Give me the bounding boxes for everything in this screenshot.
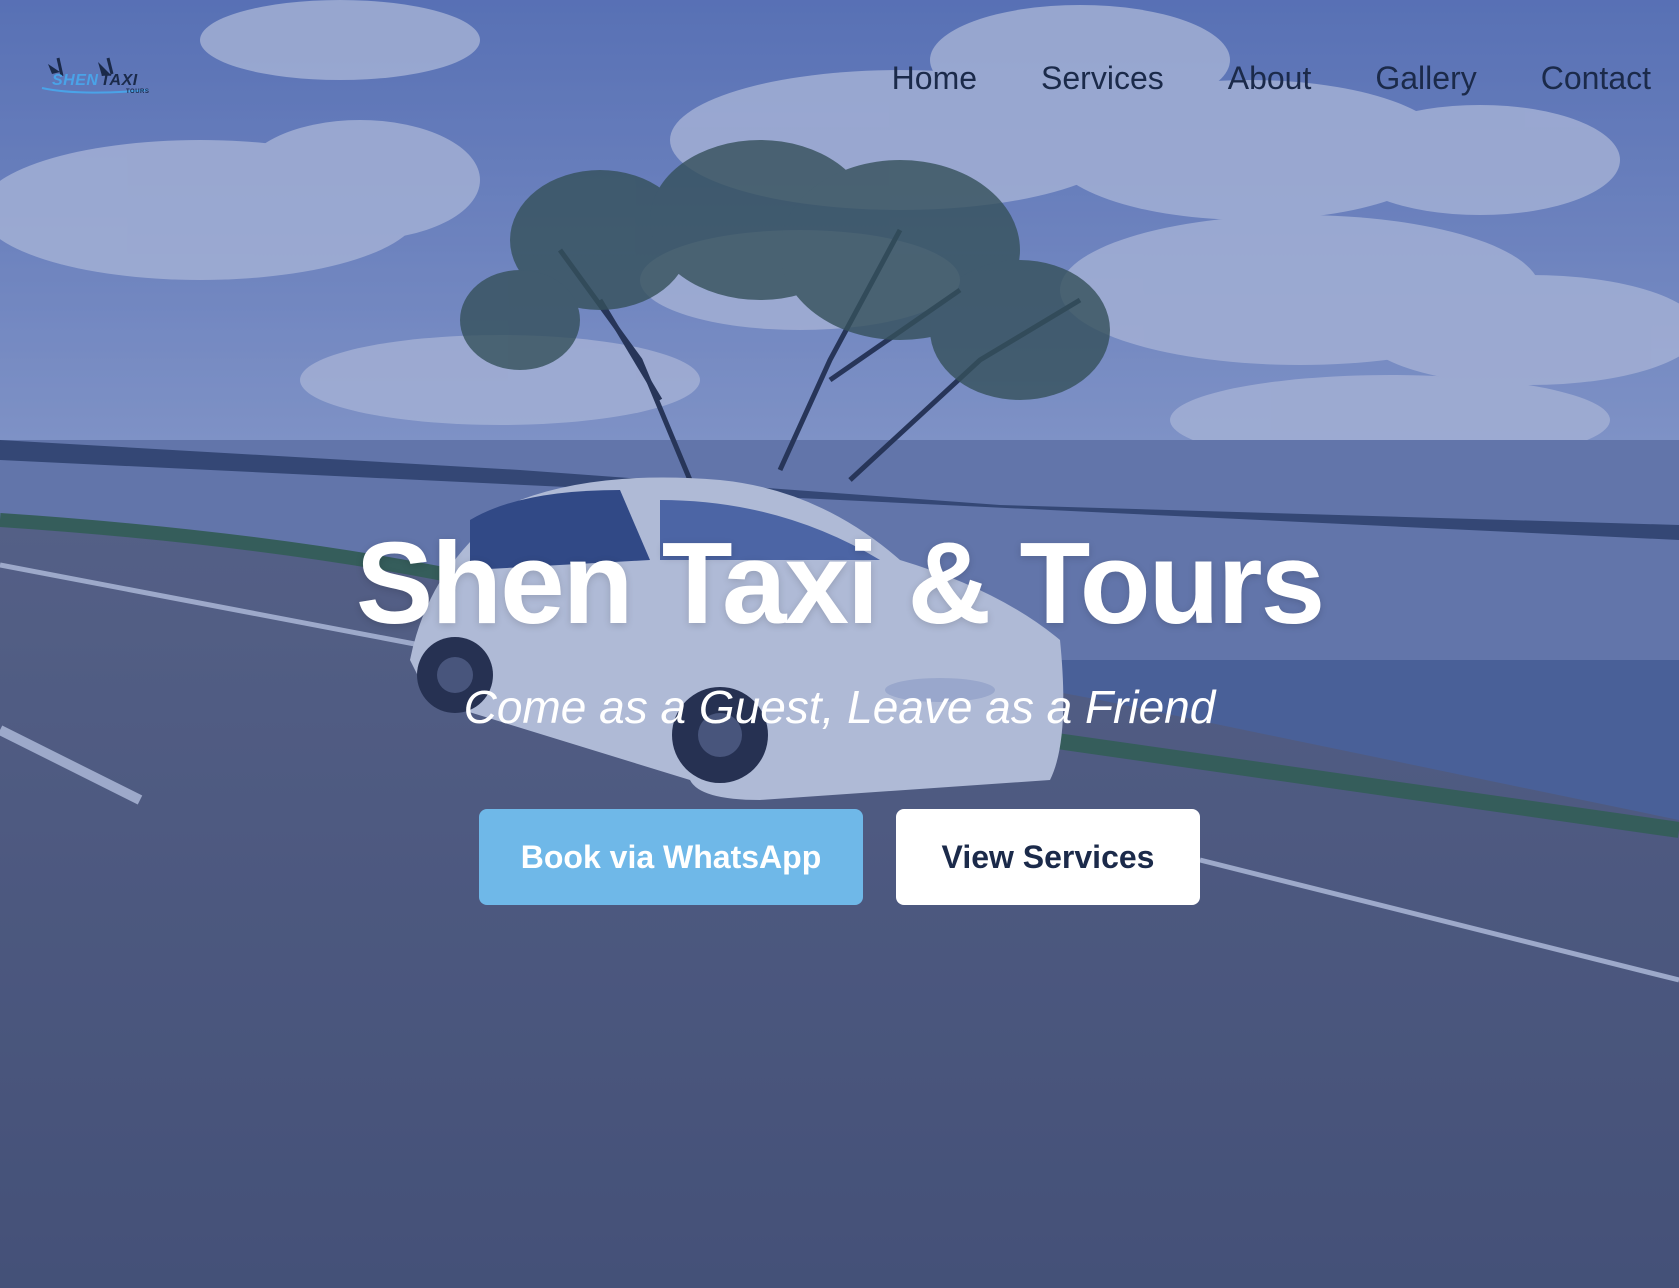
hero-title: Shen Taxi & Tours xyxy=(355,518,1325,648)
hero-tagline: Come as a Guest, Leave as a Friend xyxy=(463,680,1216,733)
book-whatsapp-button[interactable]: Book via WhatsApp xyxy=(479,809,863,905)
nav-link-home[interactable]: Home xyxy=(892,60,977,97)
hero-content: Shen Taxi & Tours Come as a Guest, Leave… xyxy=(0,518,1679,733)
hero-section: SHEN TAXI TOURS Home Services About Galle… xyxy=(0,0,1679,1288)
nav-link-contact[interactable]: Contact xyxy=(1541,60,1651,97)
logo-word-shen: SHEN xyxy=(52,72,99,89)
logo-subtitle: TOURS xyxy=(126,89,150,95)
nav-link-services[interactable]: Services xyxy=(1041,60,1164,97)
view-services-button[interactable]: View Services xyxy=(896,809,1200,905)
logo-wordmark: SHEN TAXI xyxy=(52,72,138,90)
nav-link-about[interactable]: About xyxy=(1228,60,1312,97)
cta-buttons: Book via WhatsApp View Services xyxy=(0,809,1679,905)
nav-links: Home Services About Gallery Contact xyxy=(892,60,1651,97)
nav-link-gallery[interactable]: Gallery xyxy=(1375,60,1476,97)
logo-word-taxi: TAXI xyxy=(100,72,138,89)
brand-logo[interactable]: SHEN TAXI TOURS xyxy=(38,54,158,100)
navbar: SHEN TAXI TOURS Home Services About Galle… xyxy=(0,0,1679,160)
